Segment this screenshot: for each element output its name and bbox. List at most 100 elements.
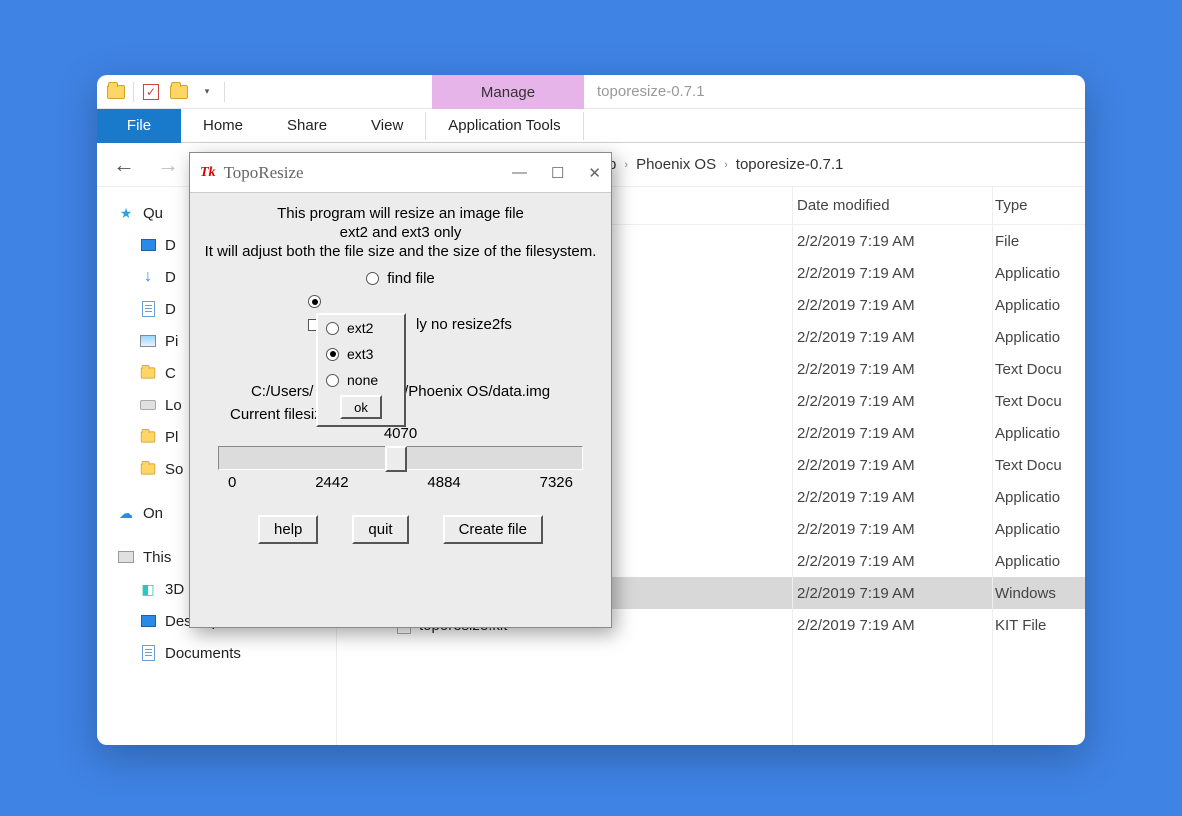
find-file-radio-row[interactable]: find file [200, 270, 601, 287]
folder-icon [139, 364, 157, 382]
sidebar-item-label: On [143, 505, 163, 522]
document-icon [139, 644, 157, 662]
titlebar: ✓ ▾ Manage toporesize-0.7.1 [97, 75, 1085, 109]
toporesize-dialog: Tk TopoResize — ☐ ✕ This program will re… [189, 152, 612, 628]
file-type-cell: Applicatio [995, 297, 1085, 314]
file-date-cell: 2/2/2019 7:19 AM [797, 521, 995, 538]
file-type-cell: Text Docu [995, 393, 1085, 410]
file-date-cell: 2/2/2019 7:19 AM [797, 361, 995, 378]
option-none[interactable]: none [318, 367, 404, 393]
qat-divider [224, 82, 225, 102]
file-date-cell: 2/2/2019 7:19 AM [797, 233, 995, 250]
qat-divider [133, 82, 134, 102]
help-button[interactable]: help [258, 515, 318, 544]
drive-icon [139, 396, 157, 414]
desktop-icon [139, 236, 157, 254]
breadcrumb-item[interactable]: Phoenix OS [636, 156, 716, 173]
file-type-cell: Applicatio [995, 425, 1085, 442]
file-date-cell: 2/2/2019 7:19 AM [797, 617, 995, 634]
option-ext3[interactable]: ext3 [318, 341, 404, 367]
slider-thumb[interactable] [385, 446, 407, 472]
file-type-cell: Applicatio [995, 521, 1085, 538]
maximize-icon[interactable]: ☐ [551, 164, 564, 182]
minimize-icon[interactable]: — [512, 164, 527, 182]
file-type-cell: Text Docu [995, 457, 1085, 474]
dialog-titlebar[interactable]: Tk TopoResize — ☐ ✕ [190, 153, 611, 193]
sidebar-item-label: C [165, 365, 176, 382]
option-ext2[interactable]: ext2 [318, 315, 404, 341]
sidebar-item-label: So [165, 461, 183, 478]
pc-icon [117, 548, 135, 566]
sidebar-item-label: Pl [165, 429, 178, 446]
file-date-cell: 2/2/2019 7:19 AM [797, 393, 995, 410]
file-type-cell: Applicatio [995, 329, 1085, 346]
file-type-cell: Applicatio [995, 489, 1085, 506]
tk-logo-icon: Tk [200, 165, 216, 181]
sidebar-item-label: D [165, 301, 176, 318]
file-date-cell: 2/2/2019 7:19 AM [797, 553, 995, 570]
tick-label: 4884 [427, 474, 460, 491]
star-icon: ★ [117, 204, 135, 222]
radio-icon[interactable] [326, 348, 339, 361]
current-filesize: Current filesize: 0 [230, 406, 601, 423]
radio-icon[interactable] [326, 322, 339, 335]
ribbon-tabs: File Home Share View Application Tools [97, 109, 1085, 143]
file-type-cell: File [995, 233, 1085, 250]
slider-ticks: 0 2442 4884 7326 [228, 474, 573, 491]
tab-file[interactable]: File [97, 109, 181, 143]
filesystem-popup: ext2 ext3 none ok [316, 313, 406, 427]
tab-share[interactable]: Share [265, 109, 349, 143]
sidebar-item-label: Lo [165, 397, 182, 414]
nav-forward-icon[interactable]: → [151, 152, 185, 178]
create-file-button[interactable]: Create file [443, 515, 543, 544]
sidebar-item-documents[interactable]: Documents [105, 637, 336, 669]
folder-icon [105, 81, 127, 103]
file-date-cell: 2/2/2019 7:19 AM [797, 457, 995, 474]
sidebar-item-label: This [143, 549, 171, 566]
chevron-right-icon: › [624, 159, 628, 171]
column-header-type[interactable]: Type [995, 197, 1085, 214]
file-date-cell: 2/2/2019 7:19 AM [797, 489, 995, 506]
file-date-cell: 2/2/2019 7:19 AM [797, 297, 995, 314]
properties-checkbox-icon[interactable]: ✓ [140, 81, 162, 103]
file-type-cell: Text Docu [995, 361, 1085, 378]
divider [583, 112, 584, 140]
dialog-button-row: help quit Create file [200, 515, 601, 544]
cloud-icon: ☁ [117, 504, 135, 522]
file-date-cell: 2/2/2019 7:19 AM [797, 265, 995, 282]
nav-back-icon[interactable]: ← [107, 152, 141, 178]
file-type-cell: Applicatio [995, 553, 1085, 570]
tick-label: 7326 [540, 474, 573, 491]
quit-button[interactable]: quit [352, 515, 408, 544]
radio-icon[interactable] [326, 374, 339, 387]
path-left: C:/Users/ [251, 383, 314, 400]
tab-application-tools[interactable]: Application Tools [426, 109, 582, 143]
pictures-icon [139, 332, 157, 350]
radio-icon[interactable] [308, 295, 321, 308]
breadcrumb-item[interactable]: toporesize-0.7.1 [736, 156, 844, 173]
slider-value: 4070 [200, 425, 601, 442]
column-divider [792, 187, 793, 745]
quick-access-toolbar: ✓ ▾ [97, 81, 233, 103]
folder-icon [139, 460, 157, 478]
file-date-cell: 2/2/2019 7:19 AM [797, 329, 995, 346]
path-right: o/Phoenix OS/data.img [396, 383, 550, 400]
folder-icon[interactable] [168, 81, 190, 103]
column-divider [992, 187, 993, 745]
size-slider[interactable] [218, 446, 583, 470]
column-header-date[interactable]: Date modified [797, 197, 995, 214]
tab-home[interactable]: Home [181, 109, 265, 143]
tab-view[interactable]: View [349, 109, 425, 143]
radio-icon[interactable] [366, 272, 379, 285]
no-resize2fs-label: ly no resize2fs [416, 316, 512, 333]
qat-dropdown-icon[interactable]: ▾ [196, 81, 218, 103]
chevron-right-icon: › [724, 159, 728, 171]
hidden-radio-row[interactable] [308, 295, 601, 308]
window-title: toporesize-0.7.1 [597, 83, 705, 100]
sidebar-item-label: Documents [165, 645, 241, 662]
download-icon: ↓ [139, 268, 157, 286]
close-icon[interactable]: ✕ [588, 164, 601, 182]
dialog-title: TopoResize [224, 163, 304, 183]
desktop-icon [139, 612, 157, 630]
ok-button[interactable]: ok [340, 395, 382, 419]
